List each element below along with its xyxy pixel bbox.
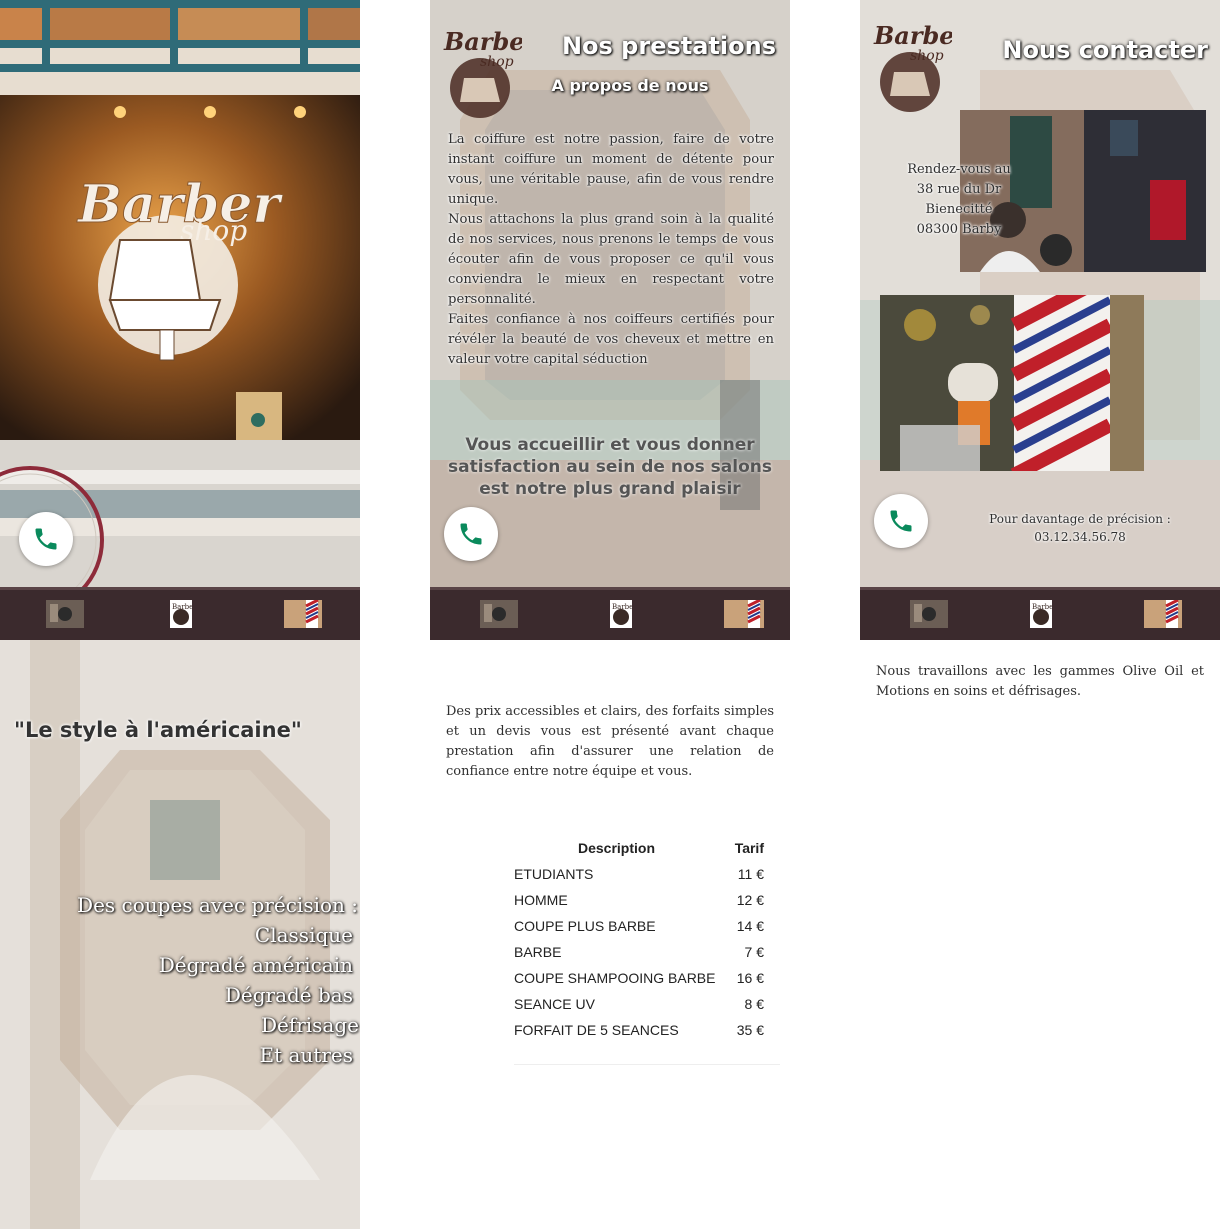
nav-photo-thumb[interactable]	[910, 600, 948, 628]
bottom-nav: Barber	[0, 587, 360, 640]
phone-icon	[890, 510, 912, 532]
call-button[interactable]	[444, 507, 498, 561]
cut-item: Défrisage	[260, 1013, 359, 1037]
service-name: FORFAIT DE 5 SEANCES	[514, 1022, 679, 1038]
call-button[interactable]	[19, 512, 73, 566]
service-name: SEANCE UV	[514, 996, 595, 1012]
service-price: 14 €	[736, 918, 764, 934]
nav-pole-thumb[interactable]	[284, 600, 322, 628]
svg-text:Barber: Barber	[873, 21, 952, 50]
page-title: Nos prestations	[561, 32, 776, 60]
section-subtitle: A propos de nous	[551, 76, 709, 95]
nav-photo-thumb[interactable]	[46, 600, 84, 628]
description-header: Description	[578, 840, 656, 856]
bottom-nav: Barber	[430, 587, 790, 640]
page-title: Nous contacter	[1002, 36, 1208, 64]
call-button[interactable]	[874, 494, 928, 548]
table-row: BARBE 7 €	[508, 944, 780, 970]
service-name: HOMME	[514, 892, 568, 908]
svg-text:Barber: Barber	[443, 27, 522, 56]
service-price: 8 €	[744, 996, 764, 1012]
price-table-header: Description Tarif	[508, 840, 780, 866]
table-divider	[514, 1064, 780, 1065]
bottom-nav: Barber	[860, 587, 1220, 640]
svg-text:Barber: Barber	[612, 603, 632, 611]
cut-item: Et autres	[259, 1043, 354, 1067]
address-text: Rendez-vous au 38 rue du Dr Bienecitté 0…	[907, 162, 1011, 237]
service-price: 7 €	[744, 944, 764, 960]
table-row: HOMME 12 €	[508, 892, 780, 918]
pricing-intro: Des prix accessibles et clairs, des forf…	[446, 704, 774, 779]
nav-photo-thumb[interactable]	[480, 600, 518, 628]
products-text: Nous travaillons avec les gammes Olive O…	[876, 664, 1204, 699]
table-row: ETUDIANTS 11 €	[508, 866, 780, 892]
nav-pole-thumb[interactable]	[1144, 600, 1182, 628]
table-row: SEANCE UV 8 €	[508, 996, 780, 1022]
price-header: Tarif	[734, 840, 764, 856]
barbershop-logo: Barber shop	[873, 21, 952, 112]
service-name: COUPE PLUS BARBE	[514, 918, 656, 934]
service-price: 11 €	[737, 866, 764, 882]
style-title: "Le style à l'américaine"	[14, 718, 302, 742]
services-screen: Barber shop Nos prestations A propos de …	[430, 0, 790, 640]
barbershop-logo: Barber shop	[443, 27, 522, 118]
tagline: Vous accueillir et vous donner satisfact…	[447, 435, 772, 499]
service-name: BARBE	[514, 944, 562, 960]
service-price: 16 €	[736, 970, 764, 986]
service-name: ETUDIANTS	[514, 866, 594, 882]
svg-text:Barber: Barber	[172, 603, 192, 611]
service-price: 35 €	[736, 1022, 764, 1038]
about-text: La coiffure est notre passion, faire de …	[448, 132, 774, 367]
contact-screen: Barber shop Nous contacter Rendez-vous a…	[860, 0, 1220, 640]
nav-logo-thumb[interactable]: Barber	[610, 600, 632, 628]
nav-logo-thumb[interactable]: Barber	[170, 600, 192, 628]
cuts-heading: Des coupes avec précision :	[77, 893, 358, 917]
home-screen: Barber shop Barber	[0, 0, 360, 640]
cuts-list: Classique Dégradé américain Dégradé bas …	[10, 920, 359, 1070]
table-row: COUPE PLUS BARBE 14 €	[508, 918, 780, 944]
cut-item: Dégradé bas	[224, 983, 353, 1007]
phone-icon	[460, 523, 482, 545]
service-name: COUPE SHAMPOOING BARBE	[514, 970, 716, 986]
nav-logo-thumb[interactable]: Barber	[1030, 600, 1052, 628]
barber-pole-photo	[880, 295, 1144, 471]
table-row: COUPE SHAMPOOING BARBE 16 €	[508, 970, 780, 996]
phone-icon	[35, 528, 57, 550]
phone-info: Pour davantage de précision : 03.12.34.5…	[989, 512, 1171, 544]
svg-text:Barber: Barber	[1032, 603, 1052, 611]
table-row: FORFAIT DE 5 SEANCES 35 €	[508, 1022, 780, 1048]
style-screen: "Le style à l'américaine" Des coupes ave…	[0, 640, 360, 1229]
cut-item: Classique	[254, 923, 353, 947]
cut-item: Dégradé américain	[158, 953, 353, 977]
service-price: 12 €	[736, 892, 764, 908]
nav-pole-thumb[interactable]	[724, 600, 764, 628]
